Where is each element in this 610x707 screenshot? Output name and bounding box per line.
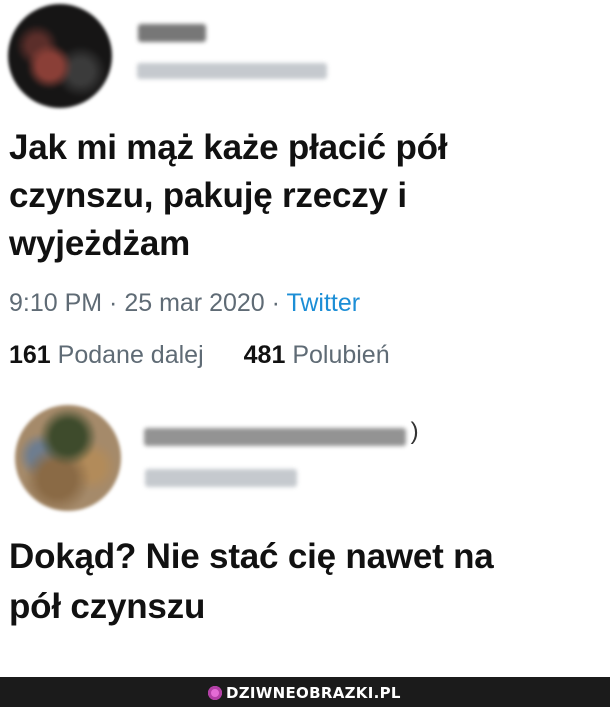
reply-author-handle-blurred[interactable]: [145, 469, 297, 487]
retweets-label: Podane dalej: [57, 341, 204, 369]
author-avatar[interactable]: [8, 4, 112, 108]
tweet-time[interactable]: 9:10 PM: [9, 289, 102, 317]
author-handle-blurred[interactable]: [137, 63, 327, 79]
tweet-source-link[interactable]: Twitter: [286, 289, 360, 317]
meta-separator: ·: [102, 289, 125, 317]
reply-author-name-tail: ): [404, 418, 419, 445]
tweet-stats: 161 Podane dalej 481 Polubień: [9, 341, 390, 370]
retweets-count: 161: [9, 341, 51, 369]
reply-author-avatar[interactable]: [15, 405, 121, 511]
meta-separator: ·: [264, 289, 287, 317]
reply-text: Dokąd? Nie stać cię nawet na pół czynszu: [9, 537, 494, 626]
tweet-text: Jak mi mąż każe płacić pół czynszu, paku…: [9, 128, 448, 263]
watermark: DZIWNEOBRAZKI.PL: [208, 683, 401, 703]
author-name-blurred[interactable]: [138, 24, 206, 42]
retweets-stat[interactable]: 161 Podane dalej: [9, 341, 204, 369]
tweet-meta: 9:10 PM · 25 mar 2020 · Twitter: [9, 289, 360, 318]
tweet-date[interactable]: 25 mar 2020: [124, 289, 264, 317]
likes-count: 481: [243, 341, 286, 369]
brain-icon: [208, 686, 222, 700]
likes-label: Polubień: [292, 341, 390, 369]
watermark-text: DZIWNEOBRAZKI.PL: [226, 684, 401, 702]
reply-author-name-blurred[interactable]: [144, 428, 406, 446]
likes-stat[interactable]: 481 Polubień: [244, 341, 390, 369]
